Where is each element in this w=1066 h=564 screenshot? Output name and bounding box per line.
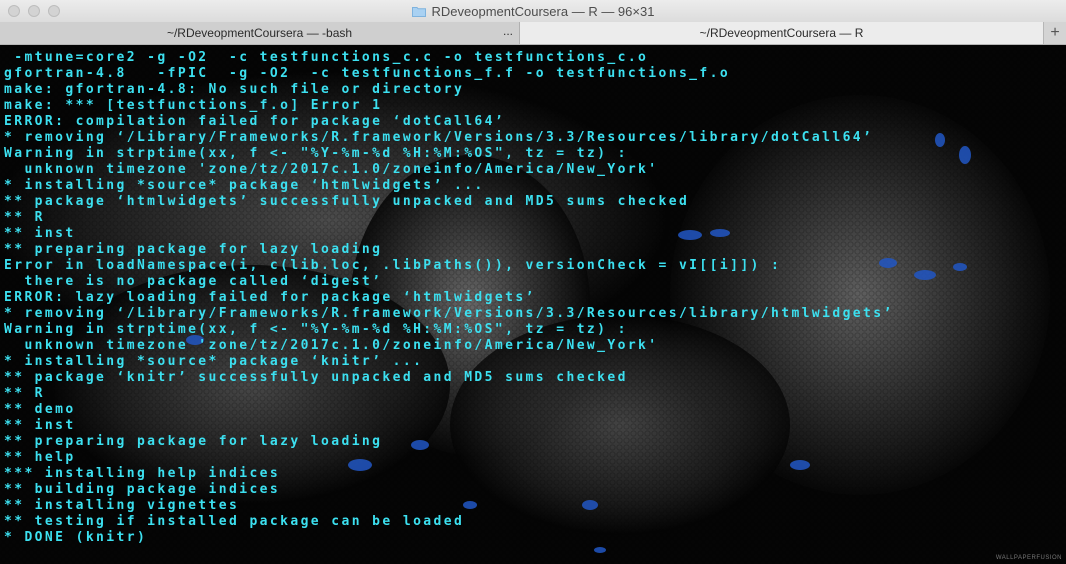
window-title-group: RDeveopmentCoursera — R — 96×31 — [0, 0, 1066, 22]
terminal-line: unknown timezone 'zone/tz/2017c.1.0/zone… — [4, 338, 659, 353]
terminal-line: ** preparing package for lazy loading — [4, 242, 383, 257]
zoom-window-button[interactable] — [48, 5, 60, 17]
terminal-line: ** inst — [4, 226, 76, 241]
terminal-line: there is no package called ‘digest’ — [4, 274, 383, 289]
terminal-line: * installing *source* package ‘knitr’ ..… — [4, 354, 424, 369]
terminal-line: ** help — [4, 450, 76, 465]
title-bar[interactable]: RDeveopmentCoursera — R — 96×31 — [0, 0, 1066, 23]
terminal-line: ** R — [4, 386, 45, 401]
terminal-line: ** demo — [4, 402, 76, 417]
tab-bash[interactable]: ~/RDeveopmentCoursera — -bash ... — [0, 22, 520, 44]
terminal-line: Warning in strptime(xx, f <- "%Y-%m-%d %… — [4, 146, 628, 161]
terminal-window: RDeveopmentCoursera — R — 96×31 ~/RDeveo… — [0, 0, 1066, 564]
plus-icon: + — [1050, 24, 1060, 41]
terminal-line: Error in loadNamespace(i, c(lib.loc, .li… — [4, 258, 782, 273]
terminal-line: -mtune=core2 -g -O2 -c testfunctions_c.c… — [4, 50, 649, 65]
terminal-line: ** inst — [4, 418, 76, 433]
terminal-line: unknown timezone 'zone/tz/2017c.1.0/zone… — [4, 162, 659, 177]
terminal-line: ** package ‘htmlwidgets’ successfully un… — [4, 194, 690, 209]
terminal-line: Warning in strptime(xx, f <- "%Y-%m-%d %… — [4, 322, 628, 337]
terminal-line: ** installing vignettes — [4, 498, 240, 513]
terminal-line: make: *** [testfunctions_f.o] Error 1 — [4, 98, 383, 113]
terminal-line: ** testing if installed package can be l… — [4, 514, 465, 529]
tab-bar: ~/RDeveopmentCoursera — -bash ... ~/RDev… — [0, 22, 1066, 45]
terminal-line: ** package ‘knitr’ successfully unpacked… — [4, 370, 628, 385]
close-window-button[interactable] — [8, 5, 20, 17]
terminal-line: * installing *source* package ‘htmlwidge… — [4, 178, 485, 193]
terminal-line: * DONE (knitr) — [4, 530, 148, 545]
tab-overflow-indicator: ... — [502, 24, 513, 38]
terminal-line: ** R — [4, 210, 45, 225]
terminal-line: gfortran-4.8 -fPIC -g -O2 -c testfunctio… — [4, 66, 731, 81]
wallpaper-watermark: WALLPAPERFUSION — [995, 555, 1062, 561]
terminal-text: -mtune=core2 -g -O2 -c testfunctions_c.c… — [4, 50, 894, 546]
terminal-line: * removing ‘/Library/Frameworks/R.framew… — [4, 306, 894, 321]
terminal-line: make: gfortran-4.8: No such file or dire… — [4, 82, 465, 97]
terminal-output-area[interactable]: -mtune=core2 -g -O2 -c testfunctions_c.c… — [0, 45, 1066, 564]
terminal-line: ERROR: compilation failed for package ‘d… — [4, 114, 506, 129]
terminal-line: ** preparing package for lazy loading — [4, 434, 383, 449]
new-tab-button[interactable]: + — [1043, 22, 1066, 44]
folder-icon — [411, 6, 426, 17]
minimize-window-button[interactable] — [28, 5, 40, 17]
terminal-line: * removing ‘/Library/Frameworks/R.framew… — [4, 130, 874, 145]
tab-r-label: ~/RDeveopmentCoursera — R — [699, 26, 864, 40]
tab-bash-label: ~/RDeveopmentCoursera — -bash — [166, 26, 353, 40]
terminal-line: ** building package indices — [4, 482, 281, 497]
window-title: RDeveopmentCoursera — R — 96×31 — [431, 3, 655, 19]
terminal-line: *** installing help indices — [4, 466, 281, 481]
tab-r[interactable]: ~/RDeveopmentCoursera — R — [520, 22, 1043, 44]
terminal-line: ERROR: lazy loading failed for package ‘… — [4, 290, 536, 305]
